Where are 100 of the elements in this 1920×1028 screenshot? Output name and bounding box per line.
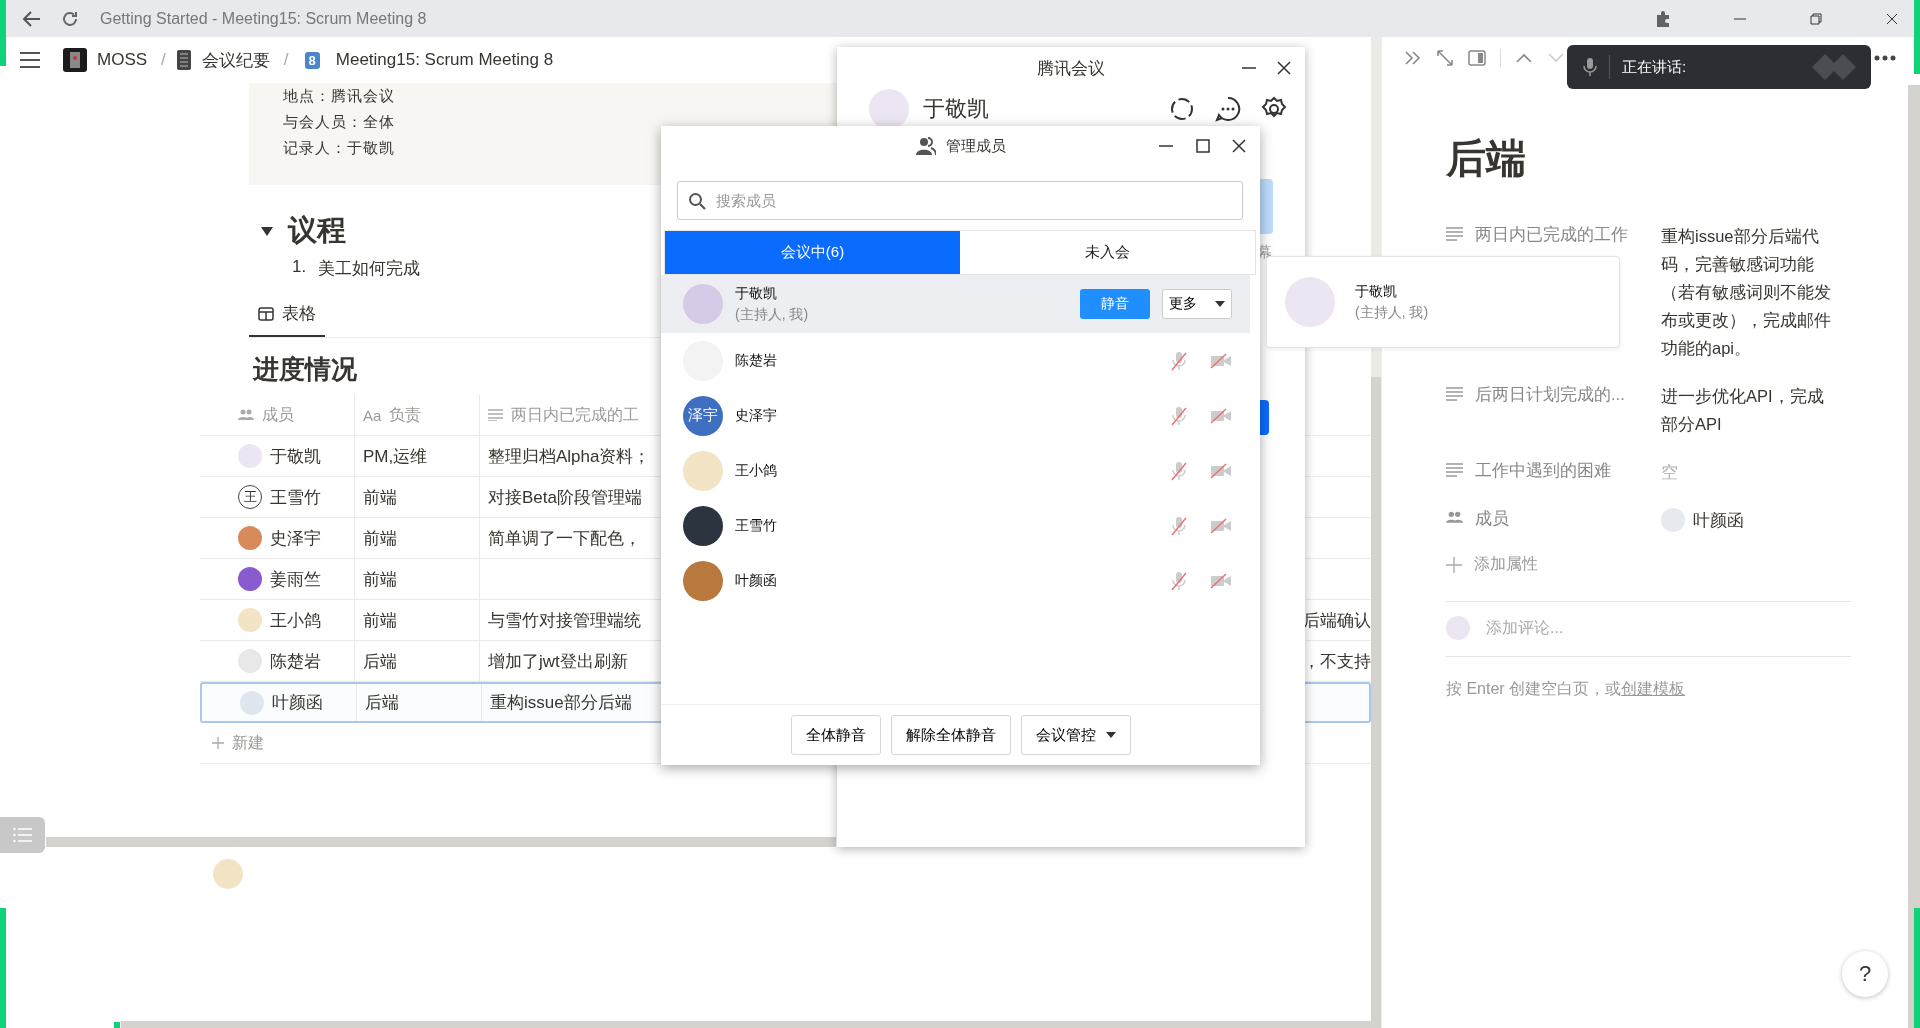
member-name: 王小鸽: [735, 461, 777, 480]
mic-muted-icon[interactable]: [1170, 460, 1188, 481]
expand-icon[interactable]: [1436, 49, 1454, 67]
diamond-logo-icon: [1811, 52, 1857, 82]
member-name: 姜雨竺: [270, 568, 321, 591]
text-type-icon: Aa: [363, 406, 382, 424]
mic-muted-icon[interactable]: [1170, 515, 1188, 536]
search-icon: [688, 191, 706, 210]
user-name: 于敬凯: [923, 95, 989, 123]
member-role: (主持人, 我): [1355, 303, 1429, 322]
mic-muted-icon[interactable]: [1170, 570, 1188, 591]
avatar: [240, 690, 264, 715]
member-row[interactable]: 叶颜函: [661, 553, 1250, 608]
breadcrumb-separator: /: [161, 50, 166, 70]
table-cell-text: 整理归档Alpha资料；: [488, 445, 651, 468]
property-name[interactable]: 两日内已完成的工作: [1475, 222, 1628, 246]
table-cell-text: 重构issue部分后端: [490, 692, 632, 714]
table-cell-text: 简单调了一下配色，: [488, 527, 641, 550]
toggle-triangle-icon[interactable]: [260, 224, 274, 238]
table-cell-text: 后端: [363, 650, 397, 673]
menu-icon[interactable]: [19, 51, 41, 69]
page-badge-icon: 8: [304, 51, 320, 69]
more-icon[interactable]: [1874, 55, 1896, 61]
plus-icon[interactable]: [212, 737, 224, 749]
initial-avatar: 泽宇: [683, 395, 723, 436]
avatar: [1446, 616, 1470, 640]
member-name: 王小鸽: [270, 609, 321, 632]
avatar: [683, 560, 723, 601]
meeting-control-dropdown[interactable]: 会议管控: [1020, 715, 1131, 755]
member-row[interactable]: 于敬凯 (主持人, 我) 静音 更多: [661, 275, 1250, 333]
property-name[interactable]: 成员: [1475, 506, 1509, 530]
hint-text: 按 Enter 创建空白页，或: [1446, 680, 1622, 697]
footer-button[interactable]: 解除全体静音: [890, 715, 1011, 755]
notebook-icon: [175, 49, 192, 71]
camera-off-icon[interactable]: [1210, 462, 1232, 479]
avatar: [213, 859, 243, 889]
property-name[interactable]: 后两日计划完成的...: [1475, 382, 1625, 406]
property-name[interactable]: 工作中遇到的困难: [1475, 458, 1611, 482]
chevron-up-icon[interactable]: [1515, 52, 1533, 64]
property-value[interactable]: 叶颜函: [1693, 506, 1744, 534]
avatar: [238, 608, 262, 632]
swirl-icon[interactable]: [1169, 96, 1195, 122]
avatar: [238, 526, 262, 550]
breadcrumb-item[interactable]: 会议纪要: [201, 48, 270, 72]
property-value[interactable]: 进一步优化API，完成部分API: [1661, 382, 1839, 438]
lines-icon: [488, 409, 503, 421]
camera-off-icon[interactable]: [1210, 517, 1232, 534]
double-chevron-icon[interactable]: [1404, 50, 1422, 66]
member-name: 史泽宇: [735, 406, 777, 425]
tab[interactable]: 未入会: [960, 231, 1255, 274]
restore-icon[interactable]: [1808, 10, 1824, 27]
mic-muted-icon[interactable]: [1170, 350, 1188, 371]
member-row[interactable]: 泽宇 史泽宇: [661, 388, 1250, 443]
extension-icon[interactable]: [1654, 9, 1672, 28]
share-frame-corner: [0, 0, 6, 66]
member-name: 于敬凯: [270, 445, 321, 468]
avatar: [869, 89, 909, 129]
camera-off-icon[interactable]: [1210, 572, 1232, 589]
lines-icon: [1446, 227, 1463, 241]
footer-button[interactable]: 全体静音: [790, 715, 881, 755]
callout-line: 与会人员：全体: [283, 112, 395, 132]
member-name: 史泽宇: [270, 527, 321, 550]
people-icon: [1446, 511, 1463, 524]
speaking-label: 正在讲话:: [1622, 57, 1687, 77]
table-cell-text: PM,运维: [363, 445, 428, 468]
mic-muted-icon[interactable]: [1170, 405, 1188, 426]
camera-off-icon[interactable]: [1210, 352, 1232, 369]
breadcrumb-item[interactable]: MOSS: [97, 50, 148, 70]
table-title: 进度情况: [253, 353, 357, 386]
help-button[interactable]: ?: [1842, 951, 1888, 997]
window-title: 腾讯会议: [1037, 57, 1105, 80]
member-row[interactable]: 王雪竹: [661, 498, 1250, 553]
member-name: 王雪竹: [270, 486, 321, 509]
close-icon[interactable]: [1277, 61, 1291, 75]
property-value[interactable]: 重构issue部分后端代码，完善敏感词功能（若有敏感词则不能发布或更改），完成邮件功能的api。: [1661, 222, 1839, 362]
member-name: 于敬凯: [1355, 282, 1398, 301]
member-name: 王雪竹: [735, 516, 777, 535]
member-name: 叶颜函: [272, 692, 323, 714]
back-icon[interactable]: [22, 9, 42, 28]
member-row[interactable]: 陈楚岩: [661, 333, 1250, 388]
avatar: [238, 444, 262, 468]
section-heading: 议程: [288, 213, 346, 248]
camera-off-icon[interactable]: [1210, 407, 1232, 424]
view-tab[interactable]: 表格: [249, 294, 325, 337]
scrollbar[interactable]: [121, 1021, 1371, 1028]
scrollbar[interactable]: [46, 837, 836, 847]
more-dropdown[interactable]: 更多: [1162, 289, 1232, 319]
chat-icon[interactable]: [1215, 96, 1241, 122]
close-icon[interactable]: [1232, 139, 1246, 153]
list-number: 1.: [292, 257, 307, 278]
avatar: [1661, 508, 1685, 532]
plus-icon[interactable]: [1446, 556, 1462, 573]
side-panel-icon[interactable]: [1468, 50, 1486, 66]
breadcrumb-item[interactable]: Meeting15: Scrum Meeting 8: [335, 50, 554, 70]
caret-icon: [1105, 732, 1116, 738]
maximize-icon[interactable]: [1196, 139, 1210, 153]
member-name: 陈楚岩: [735, 351, 777, 370]
member-row[interactable]: 王小鸽: [661, 443, 1250, 498]
dialog-title: 管理成员: [945, 136, 1006, 156]
tab[interactable]: 会议中(6): [665, 231, 960, 274]
